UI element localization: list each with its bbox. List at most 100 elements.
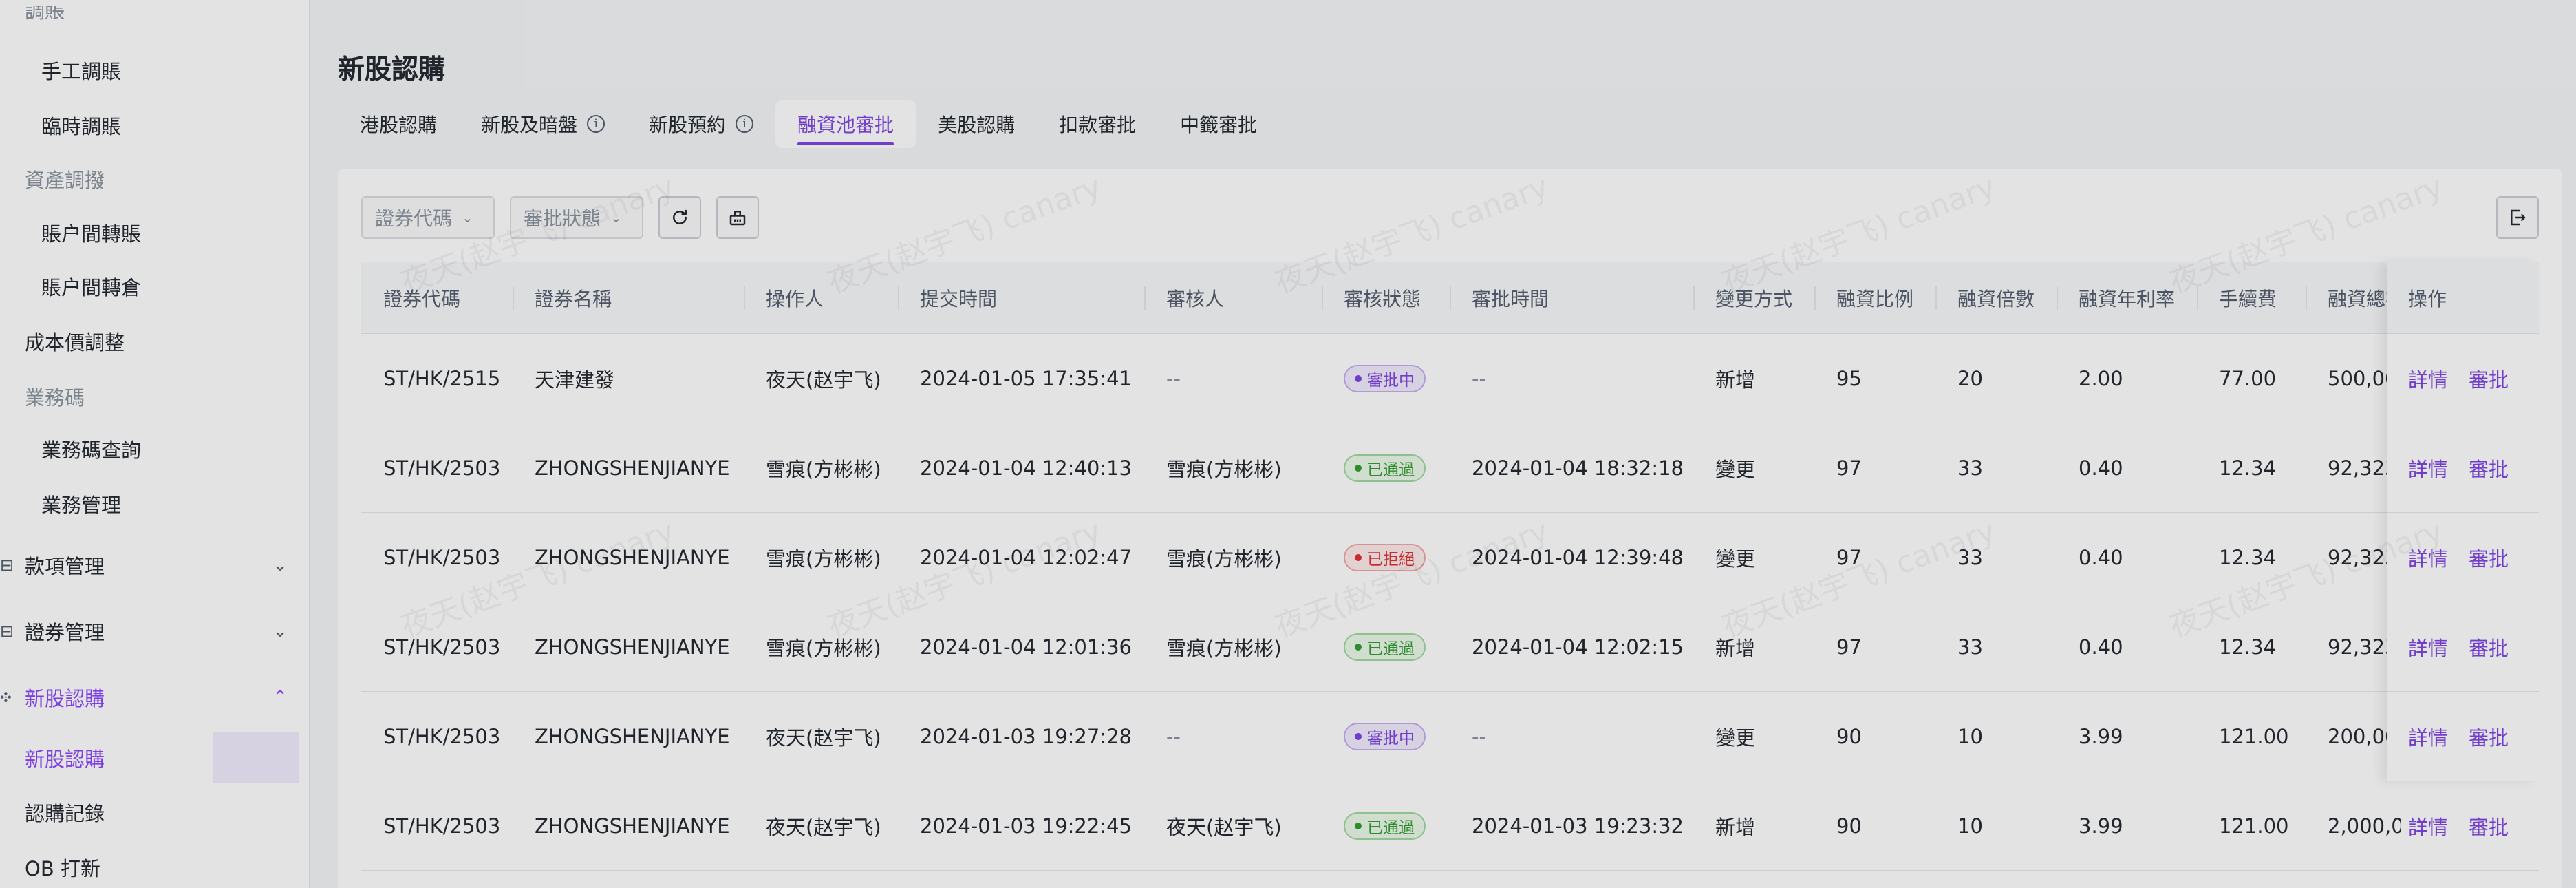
cell-name: ZHONGSHENJIANYE: [535, 724, 730, 748]
cell-change: 變更: [1715, 547, 1756, 571]
cell-ratio: 97: [1836, 635, 1862, 659]
cell-operator: 雪痕(方彬彬): [766, 636, 881, 660]
sidebar-menu-ipo[interactable]: ✣ 新股認購 ⌃: [0, 676, 310, 719]
cell-reviewer: 雪痕(方彬彬): [1166, 547, 1282, 571]
cell-multiple: 33: [1957, 456, 1983, 480]
detail-link[interactable]: 詳情: [2408, 633, 2448, 662]
export-button[interactable]: [2496, 196, 2539, 239]
tab-allotment-approval[interactable]: 中籤審批: [1158, 100, 1279, 148]
clear-button[interactable]: [716, 196, 759, 239]
cell-approve-time: 2024-01-04 12:39:48: [1472, 545, 1684, 569]
chevron-down-icon: ⌄: [272, 621, 288, 642]
sidebar-item-subscribe-records[interactable]: 認購記錄: [0, 792, 310, 833]
detail-link[interactable]: 詳情: [2408, 454, 2448, 483]
status-badge: 審批中: [1344, 364, 1426, 392]
col-financing-ratio[interactable]: 融資比例: [1814, 262, 1935, 333]
info-icon[interactable]: i: [736, 115, 754, 133]
table-row: ST/HK/2503 ZHONGSHENJIANYE 雪痕(方彬彬) 2024-…: [361, 513, 2539, 602]
tab-financing-pool-approval[interactable]: 融資池審批: [775, 100, 916, 148]
chevron-up-icon: ⌃: [272, 687, 288, 708]
page-title: 新股認購: [338, 54, 446, 85]
sidebar-item-account-transfer[interactable]: 賬户間轉賬: [0, 212, 310, 253]
cell-fee: 121.00: [2219, 814, 2289, 838]
sidebar-item-ipo-subscribe[interactable]: 新股認購: [0, 732, 299, 783]
cell-change: 變更: [1715, 726, 1756, 750]
detail-link[interactable]: 詳情: [2408, 722, 2448, 751]
col-operator[interactable]: 操作人: [744, 262, 898, 333]
cell-name: ZHONGSHENJIANYE: [535, 545, 730, 569]
tab-bar: 港股認購 新股及暗盤 i 新股預約 i 融資池審批 美股認購 扣款審批 中籤審批: [338, 100, 1279, 148]
refresh-button[interactable]: [658, 196, 701, 239]
tab-ipo-reservation[interactable]: 新股預約 i: [627, 100, 775, 148]
approve-link[interactable]: 審批: [2469, 812, 2509, 841]
sidebar-item-position-transfer[interactable]: 賬户間轉倉: [0, 266, 310, 307]
cell-multiple: 33: [1957, 635, 1983, 659]
approve-link[interactable]: 審批: [2469, 722, 2509, 751]
sidebar-item-cost-adjust[interactable]: 成本價調整: [0, 321, 310, 362]
col-fee[interactable]: 手續費: [2197, 262, 2306, 333]
clear-icon: [729, 211, 746, 226]
col-submit-time[interactable]: 提交時間: [898, 262, 1144, 333]
detail-link[interactable]: 詳情: [2408, 812, 2448, 841]
detail-link[interactable]: 詳情: [2408, 543, 2448, 572]
chevron-down-icon: ⌄: [272, 555, 288, 575]
tab-us-subscribe[interactable]: 美股認購: [916, 100, 1037, 148]
col-security-name[interactable]: 證券名稱: [513, 262, 744, 333]
tab-deduction-approval[interactable]: 扣款審批: [1037, 100, 1158, 148]
cell-submit-time: 2024-01-04 12:02:47: [920, 545, 1132, 569]
cell-fee: 121.00: [2219, 724, 2289, 748]
detail-link[interactable]: 詳情: [2408, 364, 2448, 393]
ops-row: 詳情 審批: [2387, 781, 2539, 871]
cell-submit-time: 2024-01-03 19:22:45: [920, 814, 1132, 838]
securities-menu-icon: ⊟: [0, 622, 14, 641]
security-code-select[interactable]: 證券代碼 ⌄: [361, 196, 495, 239]
refresh-icon: [673, 209, 687, 224]
approval-table: 證券代碼 證券名稱 操作人 提交時間 審核人 審核狀態 審批時間 變更方式 融資…: [361, 262, 2539, 871]
sidebar-menu-securities[interactable]: ⊟ 證券管理 ⌄: [0, 610, 310, 653]
col-reviewer[interactable]: 審核人: [1144, 262, 1322, 333]
info-icon[interactable]: i: [587, 115, 605, 133]
cell-operator: 夜天(赵宇飞): [766, 368, 881, 392]
sidebar-item-business-manage[interactable]: 業務管理: [0, 483, 310, 525]
approve-link[interactable]: 審批: [2459, 350, 2519, 407]
col-change-type[interactable]: 變更方式: [1693, 262, 1814, 333]
sidebar-item-manual-adjust[interactable]: 手工調賬: [0, 50, 310, 91]
col-financing-multiple[interactable]: 融資倍數: [1935, 262, 2057, 333]
cell-status: 審批中: [1322, 692, 1450, 781]
approval-status-select[interactable]: 審批狀態 ⌄: [510, 196, 643, 239]
tab-ipo-grey-market[interactable]: 新股及暗盤 i: [459, 100, 627, 148]
status-dot-icon: [1355, 374, 1362, 382]
export-icon: [2511, 209, 2526, 226]
approve-link[interactable]: 審批: [2469, 633, 2509, 662]
cell-operator: 雪痕(方彬彬): [766, 457, 881, 481]
cell-change: 新增: [1715, 368, 1756, 392]
cell-submit-time: 2024-01-04 12:40:13: [920, 456, 1132, 480]
col-review-status[interactable]: 審核狀態: [1322, 262, 1450, 333]
main-content: 新股認購 港股認購 新股及暗盤 i 新股預約 i 融資池審批 美股認購 扣款審批 中…: [310, 0, 2576, 888]
cell-operator: 雪痕(方彬彬): [766, 547, 881, 571]
cell-reviewer: 雪痕(方彬彬): [1166, 636, 1282, 660]
cell-rate: 2.00: [2079, 366, 2123, 390]
cell-multiple: 10: [1957, 724, 1983, 748]
sidebar-item-business-code-query[interactable]: 業務碼查詢: [0, 428, 310, 469]
status-dot-icon: [1355, 464, 1362, 472]
cell-fee: 12.34: [2219, 635, 2277, 659]
tab-hk-subscribe[interactable]: 港股認購: [338, 100, 459, 148]
approve-link[interactable]: 審批: [2469, 454, 2509, 483]
sidebar-menu-funds[interactable]: ⊟ 款項管理 ⌄: [0, 544, 310, 586]
cell-status: 已通過: [1322, 423, 1450, 512]
sidebar-item-ob-ipo[interactable]: OB 打新: [0, 847, 310, 888]
cell-reviewer: 夜天(赵宇飞): [1166, 815, 1282, 839]
col-approve-time[interactable]: 審批時間: [1450, 262, 1693, 333]
cell-rate: 3.99: [2079, 724, 2123, 748]
sidebar-item-temp-adjust[interactable]: 臨時調賬: [0, 105, 310, 146]
col-security-code[interactable]: 證券代碼: [361, 262, 513, 333]
approve-link[interactable]: 審批: [2469, 543, 2509, 572]
cell-name: ZHONGSHENJIANYE: [535, 635, 730, 659]
cell-reviewer: 雪痕(方彬彬): [1166, 457, 1282, 481]
cell-ratio: 97: [1836, 545, 1862, 569]
col-annual-rate[interactable]: 融資年利率: [2057, 262, 2197, 333]
cell-name: ZHONGSHENJIANYE: [535, 456, 730, 480]
sidebar-group-adjust: 調賬: [25, 6, 65, 23]
cell-change: 變更: [1715, 457, 1756, 481]
